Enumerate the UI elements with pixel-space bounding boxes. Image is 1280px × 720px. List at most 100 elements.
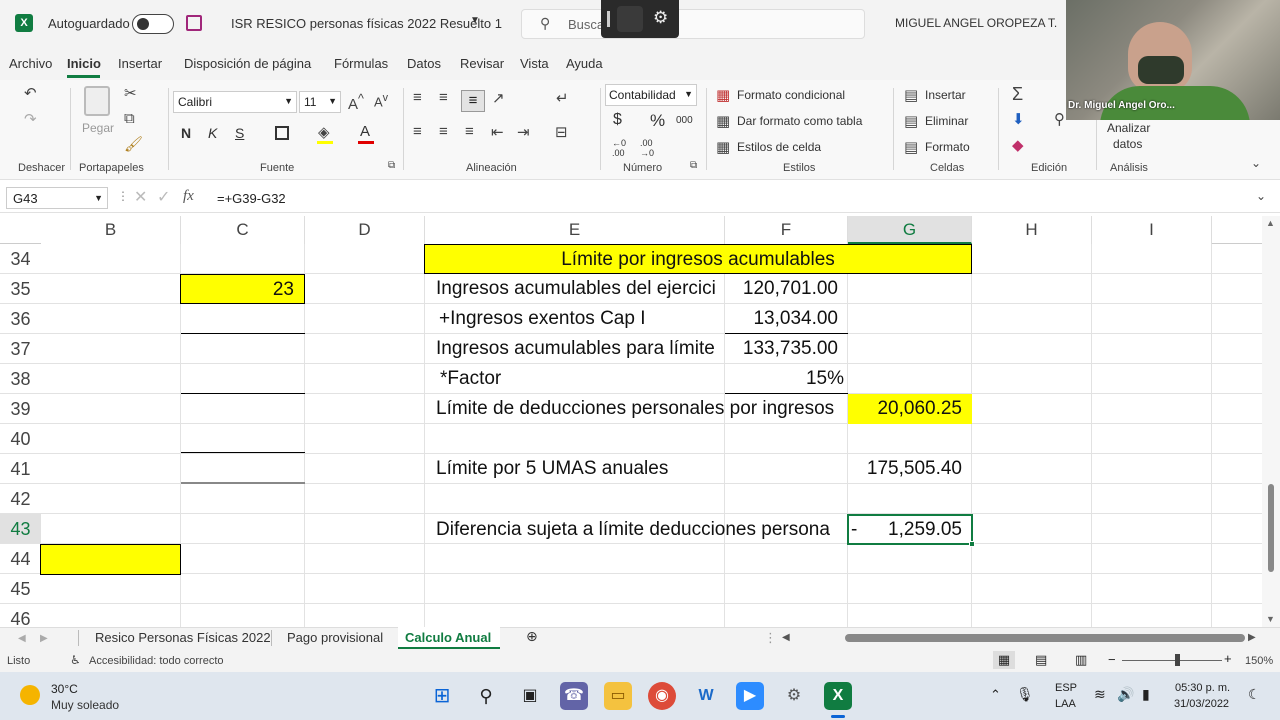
format-painter-icon[interactable]: 🖌 (124, 135, 143, 153)
sheet-tab-pago-provisional[interactable]: Pago provisional (287, 630, 383, 645)
sheet-tab-resico[interactable]: Resico Personas Físicas 2022 (95, 630, 271, 645)
cell-e34[interactable]: Límite por ingresos acumulables (424, 244, 972, 274)
cell-e43[interactable]: Diferencia sujeta a límite deducciones p… (436, 515, 848, 544)
menu-formulas[interactable]: Fórmulas (334, 56, 388, 71)
column-header-i[interactable]: I (1092, 216, 1212, 244)
row-header-40[interactable]: 40 (0, 424, 41, 454)
column-header-b[interactable]: B (41, 216, 181, 244)
number-format-select[interactable]: Contabilidad ▼ (605, 84, 697, 106)
align-left-icon[interactable]: ≡ (413, 123, 422, 140)
column-header-d[interactable]: D (305, 216, 425, 244)
fill-handle[interactable] (969, 541, 975, 547)
normal-view-icon[interactable]: ▦ (993, 651, 1015, 669)
borders-icon[interactable] (275, 126, 289, 140)
file-title[interactable]: ISR RESICO personas físicas 2022 Resuelt… (231, 16, 502, 31)
undo-icon[interactable]: ↶ (24, 84, 37, 102)
paste-icon[interactable] (84, 86, 110, 116)
italic-button[interactable]: K (208, 125, 217, 141)
menu-ayuda[interactable]: Ayuda (566, 56, 603, 71)
row-header-39[interactable]: 39 (0, 394, 41, 424)
row-header-37[interactable]: 37 (0, 334, 41, 364)
clock-time[interactable]: 05:30 p. m. (1175, 682, 1230, 694)
save-icon[interactable] (186, 15, 202, 31)
column-header-e[interactable]: E (425, 216, 725, 244)
insert-cells-button[interactable]: Insertar (925, 88, 966, 102)
formula-input[interactable]: =+G39-G32 (217, 191, 286, 206)
cell-f37[interactable]: 133,735.00 (725, 334, 838, 363)
wrap-text-icon[interactable]: ↵ (556, 89, 569, 107)
clear-icon[interactable]: ◆ (1012, 136, 1024, 154)
cell-g39[interactable]: 20,060.25 (848, 394, 972, 424)
increase-decimal-icon[interactable]: ←0.00 (612, 138, 626, 158)
horizontal-scroll-thumb[interactable] (845, 634, 1245, 642)
gear-icon[interactable]: ⚙ (653, 8, 668, 28)
lang-secondary[interactable]: LAA (1055, 698, 1076, 710)
font-color-icon[interactable]: A (360, 123, 370, 140)
format-cells-button[interactable]: Formato (925, 140, 970, 154)
menu-disposicion[interactable]: Disposición de página (184, 56, 311, 71)
row-header-43[interactable]: 43 (0, 514, 41, 544)
orientation-icon[interactable]: ↗ (492, 89, 505, 107)
name-box[interactable]: G43 ▼ (6, 187, 108, 209)
zoom-app-icon[interactable]: ▶ (736, 682, 764, 710)
insert-function-icon[interactable]: fx (183, 188, 194, 205)
cell-c35[interactable]: 23 (180, 274, 305, 304)
zoom-level[interactable]: 150% (1245, 655, 1273, 667)
cut-icon[interactable]: ✂ (124, 84, 137, 102)
fill-color-icon[interactable]: ◈ (318, 123, 330, 141)
scroll-up-icon[interactable]: ▲ (1266, 218, 1275, 228)
excel-taskbar-icon[interactable]: X (824, 682, 852, 710)
thousands-icon[interactable]: 000 (676, 115, 693, 126)
chevron-down-icon[interactable]: ⌄ (1256, 189, 1266, 203)
font-name-select[interactable]: Calibri ▼ (173, 91, 297, 113)
decrease-indent-icon[interactable]: ⇤ (491, 123, 504, 141)
dialog-launcher-icon[interactable]: ⧉ (388, 160, 395, 171)
cell-f38[interactable]: 15% (725, 364, 844, 393)
volume-icon[interactable]: 🔊 (1117, 686, 1134, 703)
underline-button[interactable]: S (235, 125, 244, 141)
format-cells-icon[interactable]: ▤ (904, 138, 918, 156)
decrease-font-icon[interactable]: Av (374, 92, 388, 109)
format-as-table-button[interactable]: Dar formato como tabla (737, 114, 862, 128)
cell-f35[interactable]: 120,701.00 (725, 274, 838, 303)
row-header-42[interactable]: 42 (0, 484, 41, 514)
merge-center-icon[interactable]: ⊟ (555, 123, 568, 141)
cell-b44[interactable] (40, 544, 181, 575)
zoom-in-icon[interactable]: + (1224, 651, 1232, 666)
row-header-44[interactable]: 44 (0, 544, 41, 574)
row-header-38[interactable]: 38 (0, 364, 41, 394)
cell-e38[interactable]: *Factor (440, 364, 724, 393)
prev-sheet-icon[interactable]: ◀ (18, 633, 26, 644)
cell-g43[interactable]: 1,259.05 (866, 515, 962, 544)
cancel-icon[interactable]: ✕ (134, 187, 147, 207)
app-w-icon[interactable]: W (692, 682, 720, 710)
cell-e35[interactable]: Ingresos acumulables del ejercici (436, 274, 724, 303)
font-size-select[interactable]: 11 ▼ (299, 91, 341, 113)
paste-label[interactable]: Pegar (82, 121, 114, 135)
autosum-icon[interactable]: Σ (1012, 84, 1023, 105)
page-break-icon[interactable]: ▥ (1075, 652, 1087, 668)
conditional-format-icon[interactable]: ▦ (716, 86, 730, 104)
analyze-data-button[interactable]: Analizar (1107, 121, 1150, 135)
task-view-icon[interactable]: ▣ (516, 682, 544, 710)
find-icon[interactable]: ⚲ (1054, 110, 1065, 128)
zoom-slider-thumb[interactable] (1175, 654, 1180, 666)
delete-cells-icon[interactable]: ▤ (904, 112, 918, 130)
accessibility-status[interactable]: Accesibilidad: todo correcto (89, 655, 224, 667)
drag-handle[interactable] (607, 11, 610, 27)
add-sheet-icon[interactable]: ⊕ (526, 628, 538, 645)
chevron-down-icon[interactable]: ▼ (470, 15, 480, 26)
align-top-icon[interactable]: ≡ (413, 89, 422, 106)
cell-styles-icon[interactable]: ▦ (716, 138, 730, 156)
teams-chat-icon[interactable]: ☎ (560, 682, 588, 710)
active-sheet-tab[interactable]: Calculo Anual (398, 627, 500, 649)
video-stop-button[interactable] (617, 6, 643, 32)
align-right-icon[interactable]: ≡ (465, 123, 474, 140)
insert-cells-icon[interactable]: ▤ (904, 86, 918, 104)
cell-f36[interactable]: 13,034.00 (725, 304, 838, 333)
vertical-scrollbar[interactable]: ▲ ▼ (1262, 216, 1280, 627)
align-bottom-icon[interactable]: ≡ (461, 90, 485, 112)
column-header-g[interactable]: G (848, 216, 972, 244)
menu-insertar[interactable]: Insertar (118, 56, 162, 71)
column-header-h[interactable]: H (972, 216, 1092, 244)
